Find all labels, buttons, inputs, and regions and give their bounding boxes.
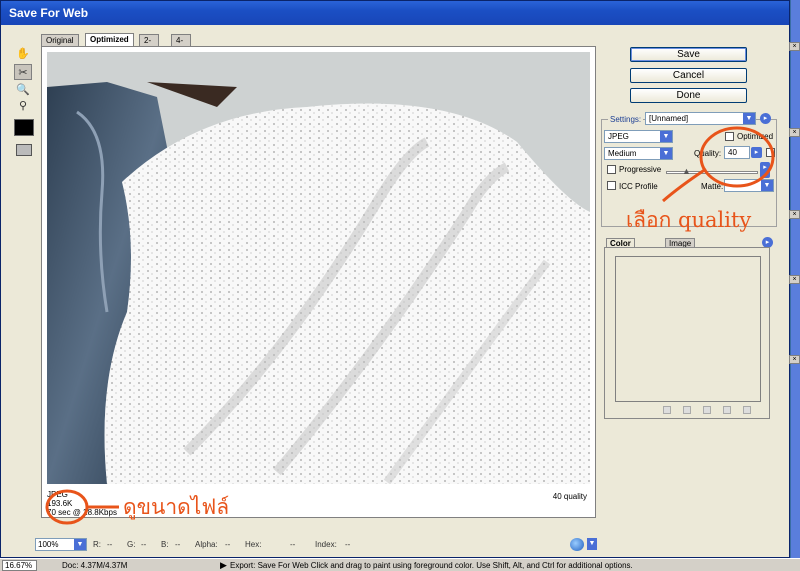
quality-highlight-circle — [699, 126, 775, 188]
close-icon[interactable]: × — [789, 128, 800, 137]
tool-hint: Export: Save For Web Click and drag to p… — [230, 561, 633, 570]
close-icon[interactable]: × — [789, 275, 800, 284]
close-icon[interactable]: × — [789, 355, 800, 364]
annotation-overlay — [45, 126, 775, 525]
filesize-annotation: ดูขนาดไฟล์ — [123, 495, 230, 519]
close-icon[interactable]: × — [789, 42, 800, 51]
quality-annotation-line — [662, 167, 707, 203]
photoshop-status-bar: 16.67% Doc: 4.37M/4.37M ▶ Export: Save F… — [0, 558, 800, 571]
status-menu-icon[interactable]: ▶ — [220, 560, 227, 571]
filesize-highlight-circle — [45, 489, 89, 525]
save-for-web-dialog: Save For Web Original Optimized 2-Up 4-U… — [0, 0, 790, 558]
quality-annotation: เลือก quality — [626, 208, 752, 232]
document-zoom-field[interactable]: 16.67% — [2, 560, 37, 571]
document-size: Doc: 4.37M/4.37M — [62, 561, 128, 570]
close-icon[interactable]: × — [789, 210, 800, 219]
